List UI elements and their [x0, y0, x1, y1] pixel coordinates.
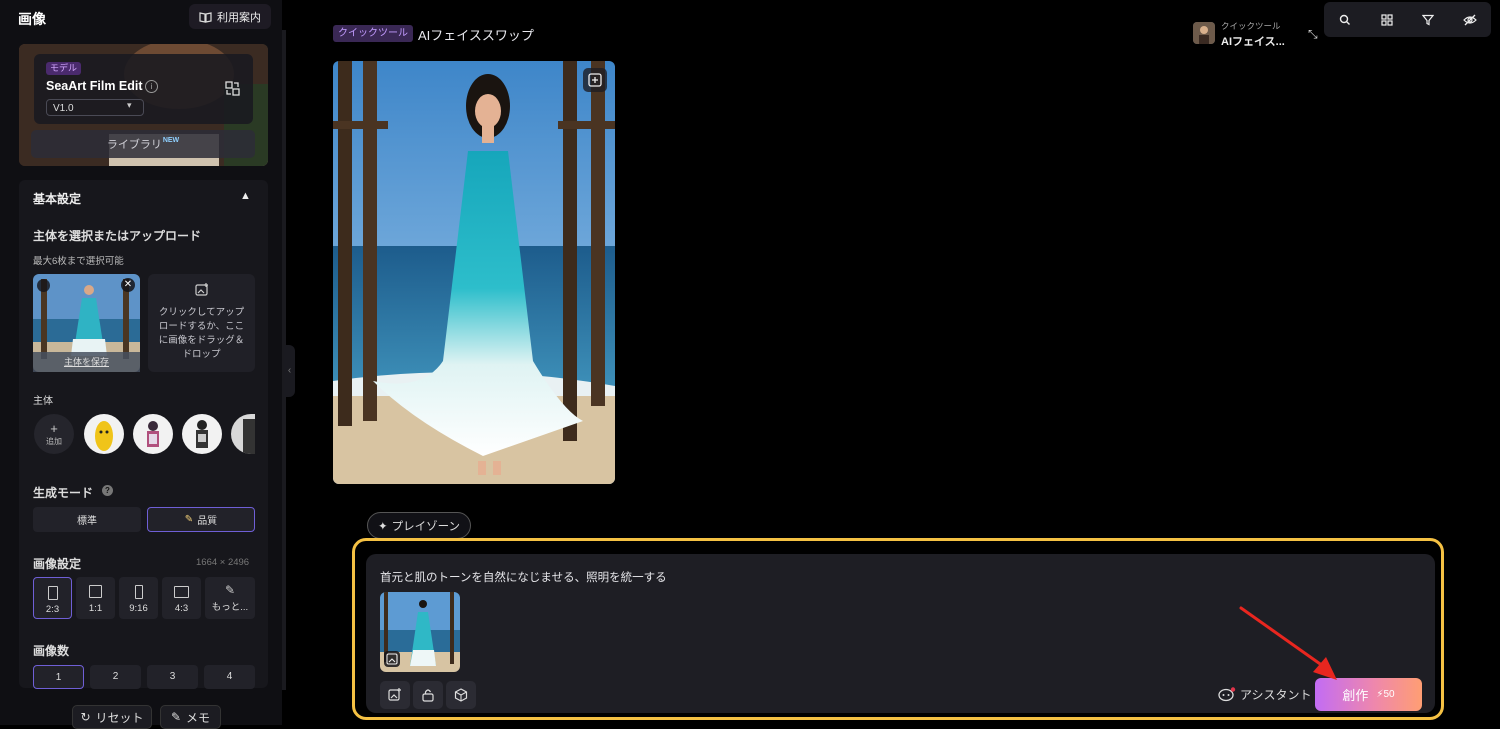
- generation-mode-label: 生成モード: [33, 486, 94, 500]
- sidebar-title: 画像: [18, 11, 46, 27]
- page-title: AIフェイススワップ: [418, 28, 534, 43]
- playzone-label: プレイゾーン: [391, 520, 461, 533]
- mode-standard-button[interactable]: 標準: [33, 507, 141, 532]
- subject-label: 主体: [33, 396, 53, 407]
- mode-quality-button[interactable]: ✎ 品質: [147, 507, 255, 532]
- tall-ratio-icon: [134, 585, 143, 599]
- subject-avatar[interactable]: [133, 414, 173, 454]
- ratio-4-3-button[interactable]: 4:3: [162, 577, 201, 619]
- upload-text: クリックしてアップロードするか、ここに画像をドラッグ＆ドロップ: [158, 307, 245, 360]
- ratio-more-button[interactable]: ✎ もっと...: [205, 577, 255, 619]
- landscape-ratio-icon: [174, 586, 189, 598]
- ratio-1-1-button[interactable]: 1:1: [76, 577, 115, 619]
- grid-icon[interactable]: [1379, 12, 1395, 28]
- chevron-down-icon: ▾: [127, 100, 132, 110]
- square-ratio-icon: [89, 585, 102, 598]
- subject-hint: 最大6枚まで選択可能: [33, 256, 124, 267]
- add-image-icon[interactable]: [583, 68, 607, 92]
- new-badge: NEW: [162, 136, 180, 144]
- help-icon[interactable]: ?: [102, 485, 113, 496]
- model-name: SeaArt Film Edit: [46, 79, 143, 93]
- fullscreen-icon[interactable]: ⤡: [1308, 27, 1318, 42]
- image-count-label: 画像数: [33, 644, 70, 658]
- current-tool-thumbnail[interactable]: [1193, 22, 1215, 44]
- hide-icon[interactable]: [1462, 12, 1478, 28]
- add-subject-button[interactable]: + 追加: [34, 414, 74, 454]
- quick-tool-tag: クイックツール: [333, 25, 413, 42]
- portrait-ratio-icon: [47, 586, 58, 600]
- model-tag: モデル: [46, 62, 82, 75]
- memo-icon: ✎: [170, 710, 182, 724]
- search-icon[interactable]: [1337, 12, 1353, 28]
- count-1-button[interactable]: 1: [33, 665, 84, 689]
- library-button[interactable]: ライブラリ NEW: [31, 130, 255, 158]
- usage-guide-label: 利用案内: [217, 11, 261, 24]
- reset-button[interactable]: ↻ リセット: [72, 705, 152, 729]
- current-tool-category: クイックツール: [1221, 21, 1281, 31]
- top-toolbar: [1324, 2, 1491, 37]
- ratio-label: もっと...: [211, 602, 249, 613]
- subject-avatar[interactable]: [84, 414, 124, 454]
- collapse-sidebar-handle[interactable]: ‹: [284, 345, 295, 397]
- image-settings-label: 画像設定: [33, 557, 82, 571]
- subject-heading: 主体を選択またはアップロード: [33, 229, 202, 243]
- count-2-button[interactable]: 2: [90, 665, 141, 689]
- generated-image[interactable]: [333, 61, 615, 484]
- collapse-icon[interactable]: ▲: [240, 190, 251, 202]
- subject-avatar[interactable]: [182, 414, 222, 454]
- count-4-button[interactable]: 4: [204, 665, 255, 689]
- memo-label: メモ: [186, 710, 211, 725]
- book-icon: [199, 11, 212, 23]
- mode-quality-label: 品質: [197, 516, 218, 527]
- red-arrow-annotation: [1239, 606, 1337, 680]
- usage-guide-button[interactable]: 利用案内: [189, 4, 271, 29]
- subject-type-icon: [37, 279, 50, 292]
- image-upload-icon: [194, 283, 208, 296]
- add-label: 追加: [46, 437, 62, 446]
- basic-settings-title: 基本設定: [33, 192, 82, 206]
- ratio-2-3-button[interactable]: 2:3: [33, 577, 72, 619]
- current-tool-name[interactable]: AIフェイス...: [1221, 33, 1285, 49]
- ratio-9-16-button[interactable]: 9:16: [119, 577, 158, 619]
- resolution-text: 1664 × 2496: [196, 557, 250, 568]
- info-icon[interactable]: i: [145, 80, 158, 93]
- sparkle-icon: ✎: [184, 514, 194, 525]
- memo-button[interactable]: ✎ メモ: [160, 705, 221, 729]
- ratio-label: 2:3: [45, 604, 60, 615]
- reset-icon: ↻: [80, 710, 91, 724]
- filter-icon[interactable]: [1420, 12, 1436, 28]
- switch-model-icon[interactable]: [225, 81, 240, 96]
- reset-label: リセット: [95, 710, 144, 725]
- close-icon[interactable]: ✕: [121, 278, 135, 292]
- playzone-button[interactable]: ✦ プレイゾーン: [367, 512, 471, 539]
- upload-dropzone[interactable]: クリックしてアップロードするか、ここに画像をドラッグ＆ドロップ: [148, 274, 255, 372]
- ratio-label: 9:16: [129, 603, 148, 614]
- ratio-label: 4:3: [174, 603, 189, 614]
- edit-icon: ✎: [224, 583, 236, 597]
- count-3-button[interactable]: 3: [147, 665, 198, 689]
- save-subject-link[interactable]: 主体を保存: [33, 352, 140, 372]
- controller-icon: ✦: [377, 520, 388, 533]
- ratio-label: 1:1: [88, 603, 103, 614]
- library-label: ライブラリ: [106, 139, 162, 151]
